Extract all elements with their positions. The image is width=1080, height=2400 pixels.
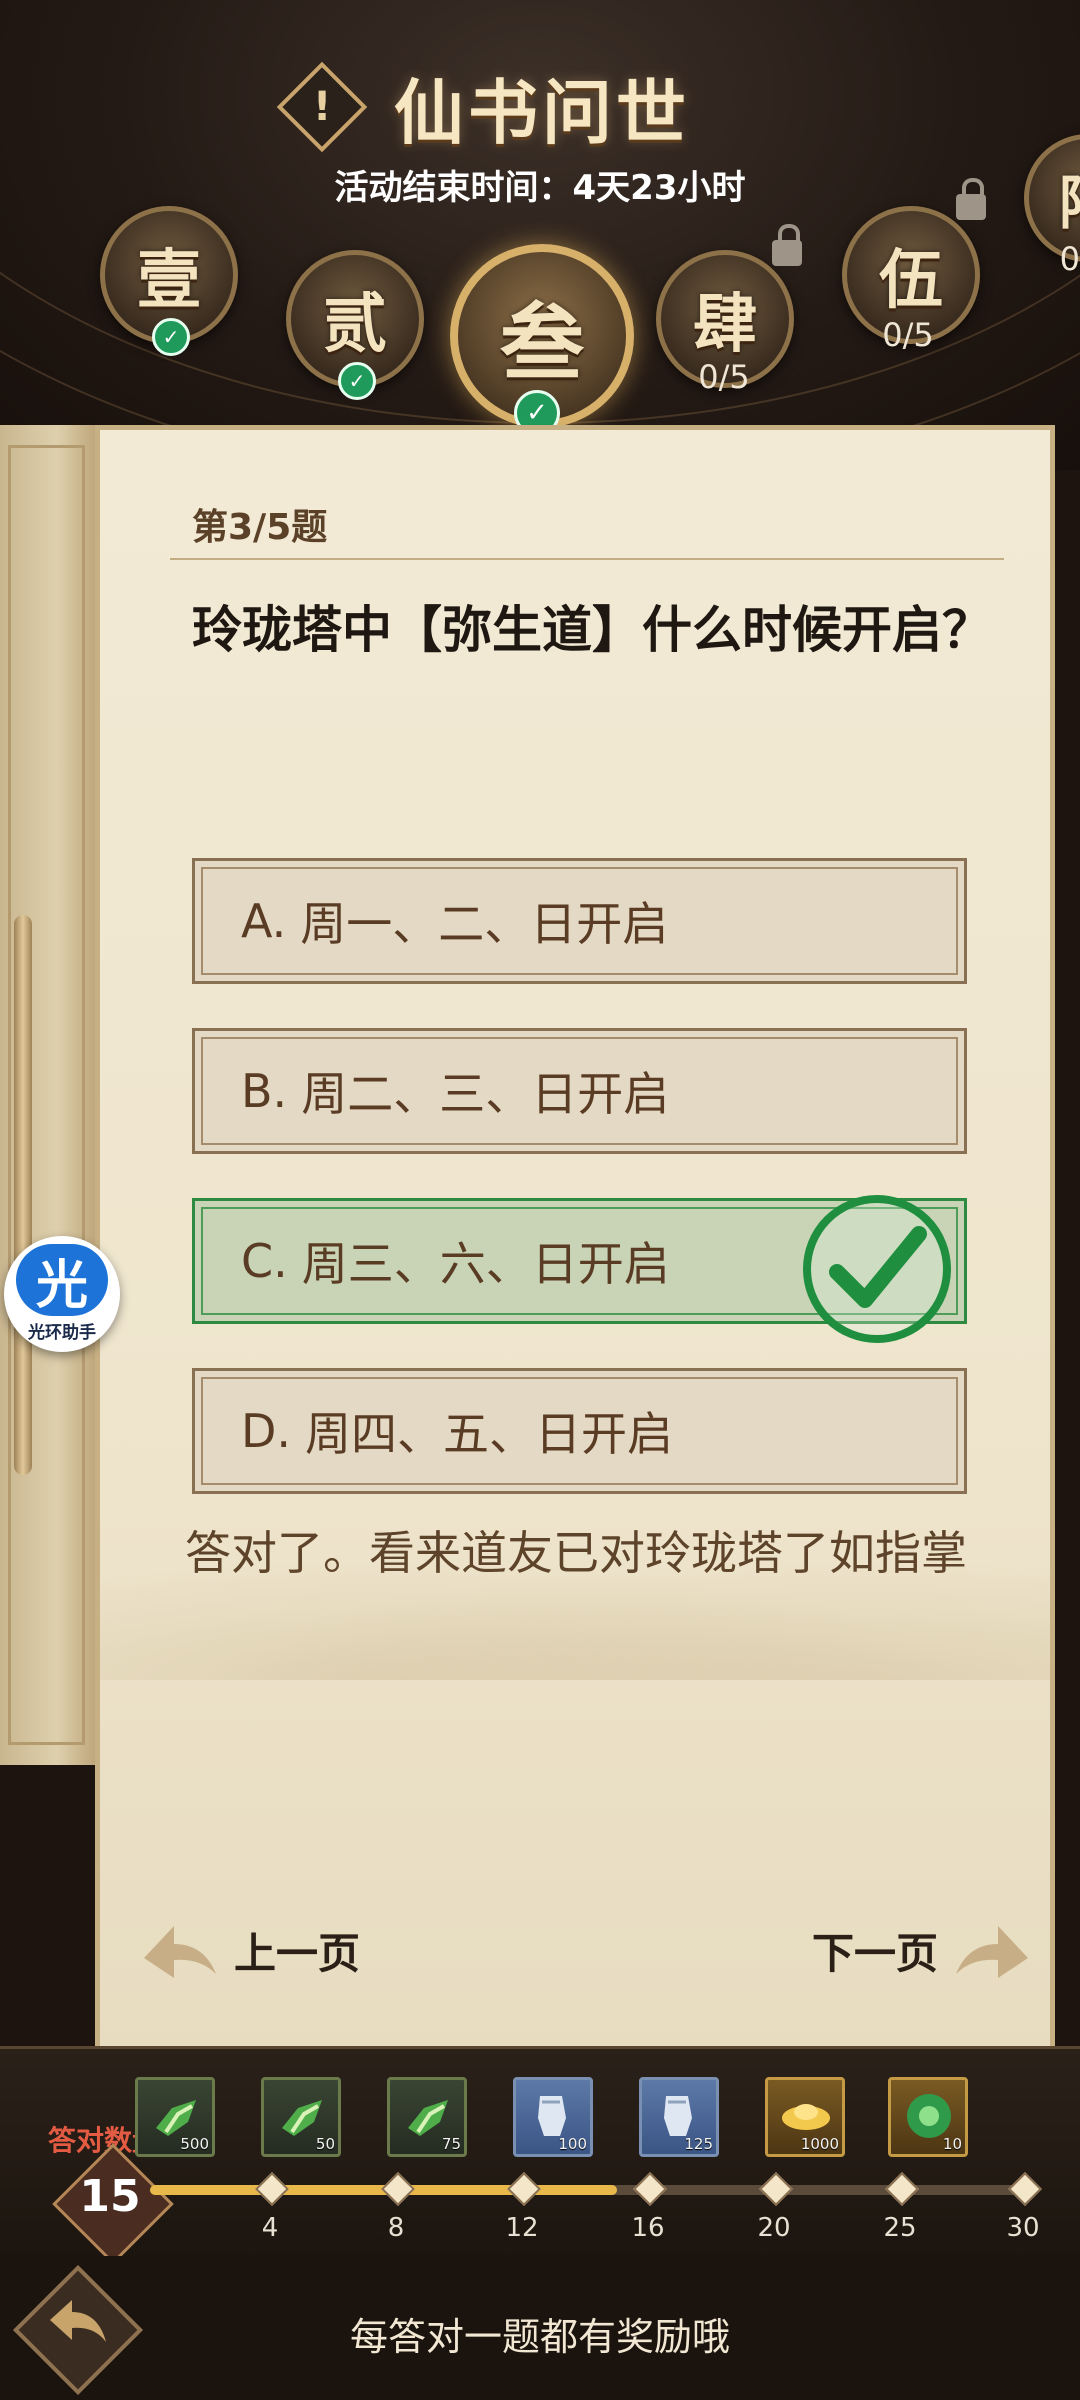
reward-qty: 50 — [315, 2135, 335, 2153]
milestone-label: 8 — [387, 2213, 405, 2243]
milestone-label: 20 — [757, 2213, 791, 2243]
milestone-label: 16 — [631, 2213, 665, 2243]
option-letter: B. — [241, 1064, 288, 1118]
stage-char: 贰 — [323, 287, 387, 362]
question-number: 第3/5题 — [192, 507, 328, 548]
reward-qty: 1000 — [800, 2135, 839, 2153]
stage-char: 伍 — [879, 243, 943, 318]
reward-item-green-leaf-item-icon[interactable]: 50 — [261, 2077, 341, 2157]
next-page-button[interactable]: 下一页 — [812, 1910, 1032, 1990]
milestone-marker — [255, 2172, 289, 2206]
question-card: 第3/5题 玲珑塔中【弥生道】什么时候开启？ A. 周一、二、日开启 B. 周二… — [95, 425, 1055, 2065]
footer-hint: 每答对一题都有奖励哦 — [349, 2315, 730, 2359]
option-letter: A. — [241, 894, 287, 948]
exclamation-icon: ! — [312, 84, 332, 130]
assistant-float-button[interactable]: 光 光环助手 — [4, 1236, 120, 1352]
reward-item-jade-dragon-icon[interactable]: 10 — [888, 2077, 968, 2157]
countdown-label: 活动结束时间： — [334, 168, 573, 208]
reward-item-green-leaf-item-icon[interactable]: 500 — [135, 2077, 215, 2157]
milestone-marker — [759, 2172, 793, 2206]
reward-progress-bar: 答对数量 15 4 8 12 16 20 25 30 500 50 75 100 125 1000 10 — [0, 2046, 1080, 2265]
arrow-right-icon — [956, 1926, 1029, 1978]
stage-char: 陆 — [1059, 156, 1080, 240]
stage-progress: 0 — [1059, 240, 1080, 278]
milestone-marker — [381, 2172, 415, 2206]
reward-qty: 100 — [558, 2135, 587, 2153]
option-d[interactable]: D. 周四、五、日开启 — [192, 1368, 967, 1494]
notice-button[interactable]: ! — [276, 61, 368, 153]
reward-item-green-leaf-item-icon[interactable]: 75 — [387, 2077, 467, 2157]
stage-char: 肆 — [693, 287, 757, 362]
event-title: 仙书问世 — [394, 70, 690, 154]
milestone-marker — [1008, 2172, 1042, 2206]
milestone-label: 4 — [261, 2213, 279, 2243]
title-row: ! 仙书问世 — [276, 61, 690, 154]
reward-item-silver-glove-icon[interactable]: 125 — [639, 2077, 719, 2157]
milestone-label: 30 — [1006, 2213, 1040, 2243]
option-c[interactable]: C. 周三、六、日开启 — [192, 1195, 967, 1343]
stage-progress: 0/5 — [698, 358, 750, 396]
option-b[interactable]: B. 周二、三、日开启 — [192, 1028, 967, 1154]
assistant-glyph: 光 — [16, 1244, 108, 1316]
next-page-label: 下一页 — [812, 1928, 939, 1978]
option-a[interactable]: A. 周一、二、日开启 — [192, 858, 967, 984]
prev-page-label: 上一页 — [234, 1928, 361, 1978]
lock-icon — [772, 224, 802, 266]
option-text: 周四、五、日开启 — [305, 1407, 674, 1461]
scroll-rod — [14, 915, 32, 1475]
question-text: 玲珑塔中【弥生道】什么时候开启？ — [192, 601, 992, 659]
reward-item-gold-ingot-icon[interactable]: 1000 — [765, 2077, 845, 2157]
footer: 每答对一题都有奖励哦 — [0, 2256, 1080, 2400]
question-divider — [170, 558, 1004, 560]
stage-char: 叁 — [499, 292, 584, 392]
reward-track: 4 8 12 16 20 25 30 — [150, 2172, 1042, 2243]
option-letter: D. — [241, 1404, 292, 1458]
option-letter: C. — [241, 1234, 288, 1288]
correct-check-icon — [803, 1195, 951, 1343]
option-text: 周一、二、日开启 — [300, 897, 669, 951]
reward-qty: 75 — [441, 2135, 461, 2153]
event-header: ! 仙书问世 活动结束时间：4天23小时 壹 ✓ 贰 ✓ 叁 ✓ 肆 0/5 伍… — [0, 0, 1080, 470]
check-icon: ✓ — [338, 362, 376, 400]
event-countdown: 活动结束时间：4天23小时 — [0, 160, 1080, 209]
stage-char: 壹 — [137, 243, 201, 318]
milestone-label: 12 — [505, 2213, 539, 2243]
stage-progress: 0/5 — [882, 316, 934, 354]
scroll-left-edge — [0, 425, 99, 1765]
milestone-label: 25 — [883, 2213, 917, 2243]
milestone-marker — [633, 2172, 667, 2206]
answer-feedback: 答对了。看来道友已对玲珑塔了如指掌 — [185, 1526, 967, 1580]
countdown-value: 4天23小时 — [572, 168, 746, 208]
arrow-left-icon — [144, 1926, 216, 1978]
option-text: 周二、三、日开启 — [301, 1067, 670, 1121]
reward-qty: 500 — [180, 2135, 209, 2153]
reward-item-silver-glove-icon[interactable]: 100 — [513, 2077, 593, 2157]
check-icon: ✓ — [152, 318, 190, 356]
milestone-marker — [507, 2172, 541, 2206]
lock-icon — [956, 178, 986, 220]
assistant-label: 光环助手 — [28, 1323, 96, 1343]
option-text: 周三、六、日开启 — [301, 1237, 670, 1291]
prev-page-button[interactable]: 上一页 — [140, 1910, 360, 1990]
reward-qty: 125 — [684, 2135, 713, 2153]
correct-count-value: 15 — [79, 2171, 141, 2222]
reward-qty: 10 — [942, 2135, 962, 2153]
milestone-marker — [885, 2172, 919, 2206]
